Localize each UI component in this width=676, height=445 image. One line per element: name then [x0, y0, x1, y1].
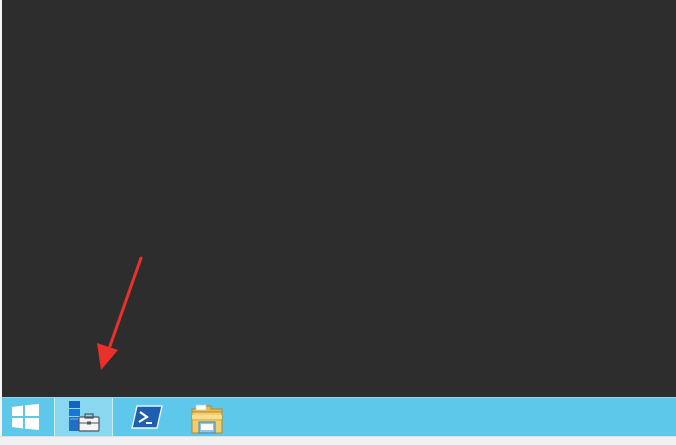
powershell-icon [131, 405, 163, 429]
file-explorer-icon [191, 404, 223, 434]
server-manager-button[interactable] [54, 398, 113, 436]
server-manager-icon [69, 401, 100, 432]
screen [0, 0, 676, 445]
windows-logo-icon [12, 404, 39, 430]
desktop[interactable] [2, 0, 676, 397]
bottom-strip [0, 436, 676, 445]
file-explorer-button[interactable] [182, 398, 234, 436]
taskbar [2, 397, 676, 436]
powershell-button[interactable] [122, 398, 174, 436]
start-button[interactable] [2, 398, 52, 436]
